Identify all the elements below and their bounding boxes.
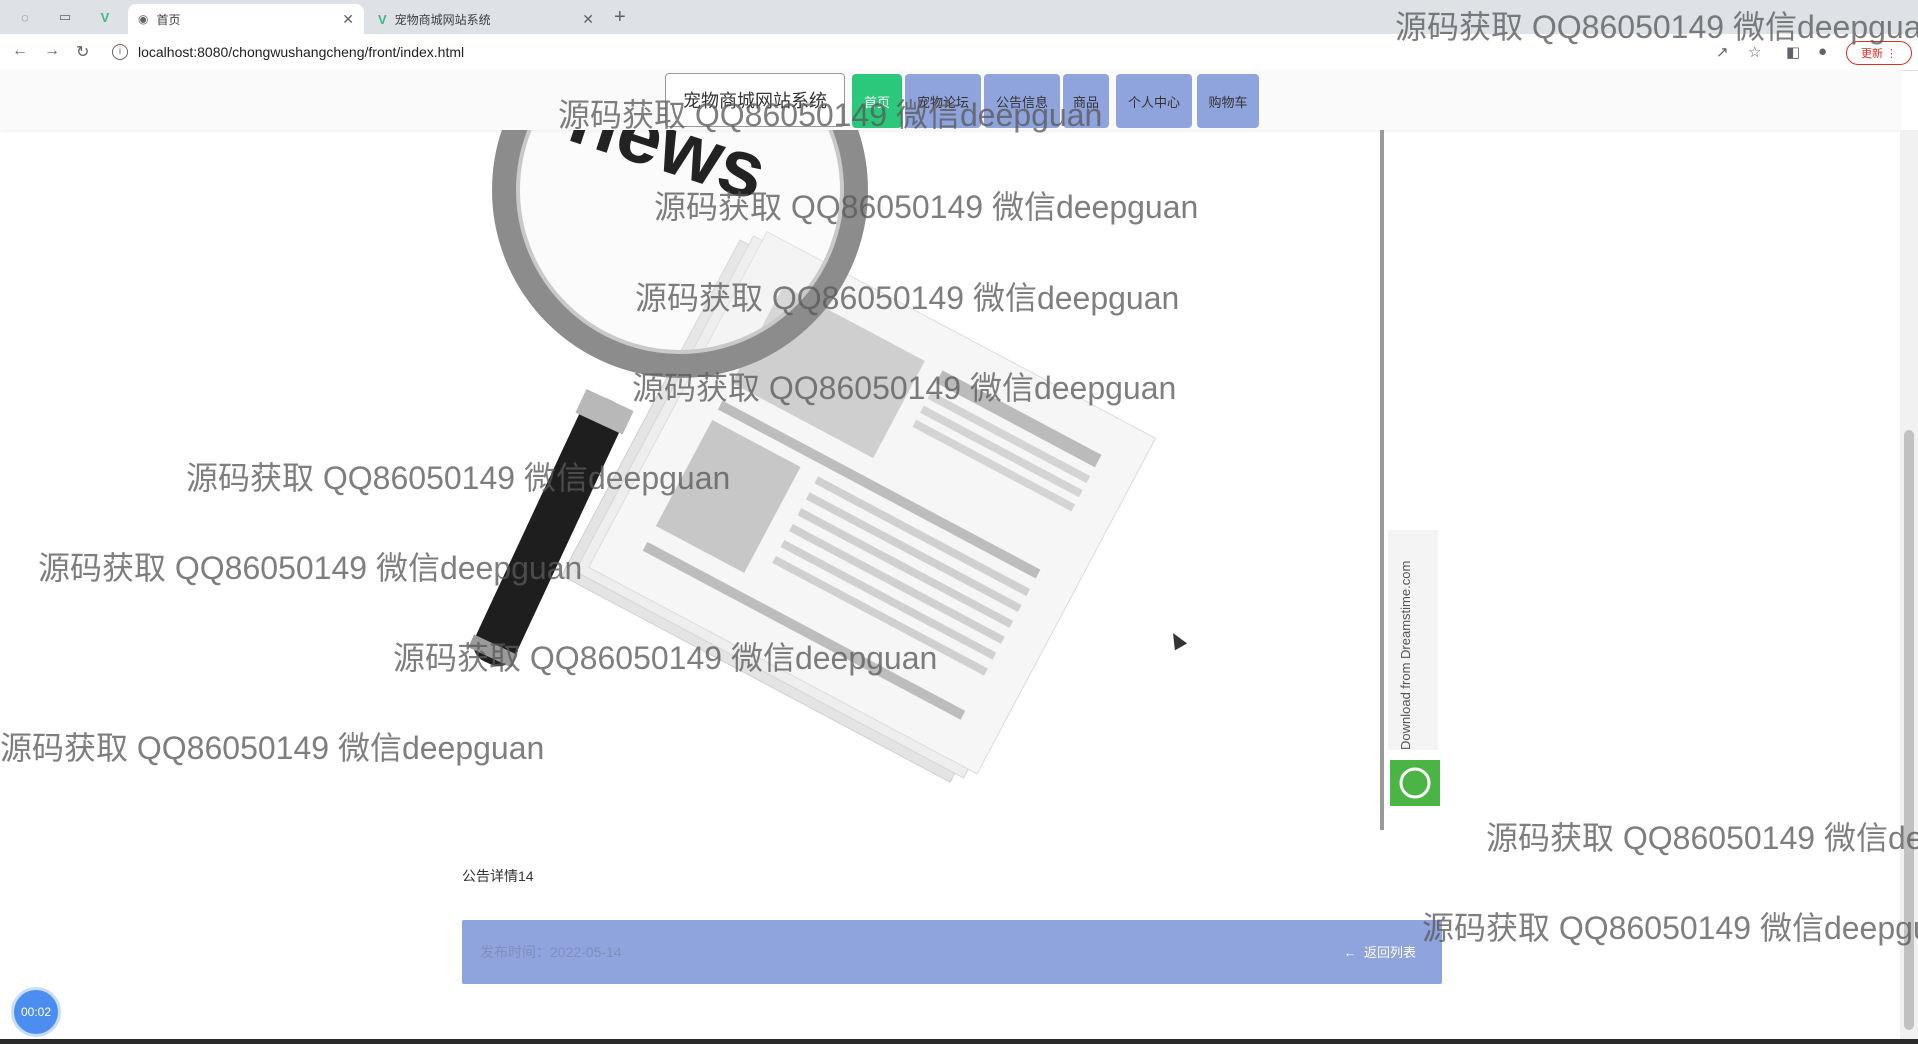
news-hero-image: news Download from Dreamstime.com — [468, 130, 1440, 830]
close-tab-icon[interactable]: ✕ — [582, 11, 594, 28]
globe-icon: ◉ — [138, 12, 149, 26]
notice-detail-bar: 发布时间：2022-05-14 ← 返回列表 — [462, 920, 1442, 984]
vue-icon: V — [378, 11, 387, 27]
site-info-icon[interactable]: i — [112, 44, 128, 60]
nav-home[interactable]: 首页 — [852, 74, 902, 128]
watermark-text: 源码获取 QQ86050149 微信deepguan — [1422, 910, 1918, 946]
close-tab-icon[interactable]: ✕ — [342, 11, 354, 28]
taskbar-edge — [0, 1039, 1918, 1044]
notice-title: 公告详情14 — [462, 868, 534, 884]
watermark-text: 源码获取 QQ86050149 微信deepguan — [1486, 820, 1918, 856]
tab-label: 宠物商城网站系统 — [394, 12, 491, 27]
site-title: 宠物商城网站系统 — [665, 73, 845, 127]
nav-personal-center[interactable]: 个人中心 — [1116, 74, 1192, 128]
update-label: 更新 — [1860, 48, 1883, 60]
share-icon[interactable]: ↗ — [1716, 43, 1729, 61]
bookmark-star-icon[interactable]: ☆ — [1748, 43, 1761, 61]
notice-publish-time: 发布时间：2022-05-14 — [480, 944, 622, 960]
recording-timer[interactable]: 00:02 — [14, 990, 58, 1034]
side-panel-icon[interactable]: ◧ — [1786, 43, 1800, 61]
update-button[interactable]: 更新 ⋮ — [1846, 41, 1912, 65]
svg-text:Download from Dreamstime.com: Download from Dreamstime.com — [1398, 561, 1413, 750]
arrow-left-icon: ← — [1343, 945, 1357, 960]
tab-group-icon[interactable]: ▭ — [50, 6, 80, 28]
tab-pet-mall[interactable]: V 宠物商城网站系统 ✕ — [368, 4, 604, 34]
url-text: localhost:8080/chongwushangcheng/front/i… — [138, 44, 465, 60]
tab-home[interactable]: ◉ 首页 ✕ — [128, 4, 364, 34]
profile-icon[interactable]: ● — [1818, 43, 1827, 60]
new-tab-icon[interactable]: + — [614, 6, 626, 29]
back-to-list-link[interactable]: ← 返回列表 — [1344, 942, 1416, 961]
browser-tab-bar: ◌ ▭ V ◉ 首页 ✕ V 宠物商城网站系统 ✕ + — [0, 0, 1918, 34]
vue-tab-icon[interactable]: V — [90, 6, 120, 28]
nav-notices[interactable]: 公告信息 — [984, 74, 1060, 128]
nav-products[interactable]: 商品 — [1063, 74, 1109, 128]
page-scrollbar[interactable] — [1900, 130, 1918, 1044]
nav-cart[interactable]: 购物车 — [1197, 74, 1259, 128]
tab-search-icon[interactable]: ◌ — [10, 6, 40, 28]
reload-icon[interactable]: ↻ — [76, 42, 89, 62]
back-arrow-icon[interactable]: ← — [12, 42, 28, 60]
forward-arrow-icon[interactable]: → — [44, 42, 60, 60]
scrollbar-thumb[interactable] — [1904, 430, 1914, 1030]
url-field[interactable]: i localhost:8080/chongwushangcheng/front… — [112, 40, 1722, 64]
browser-address-bar: ← → ↻ i localhost:8080/chongwushangcheng… — [0, 34, 1918, 71]
tab-label: 首页 — [156, 12, 181, 27]
nav-forum[interactable]: 宠物论坛 — [905, 74, 981, 128]
back-label: 返回列表 — [1363, 945, 1416, 960]
